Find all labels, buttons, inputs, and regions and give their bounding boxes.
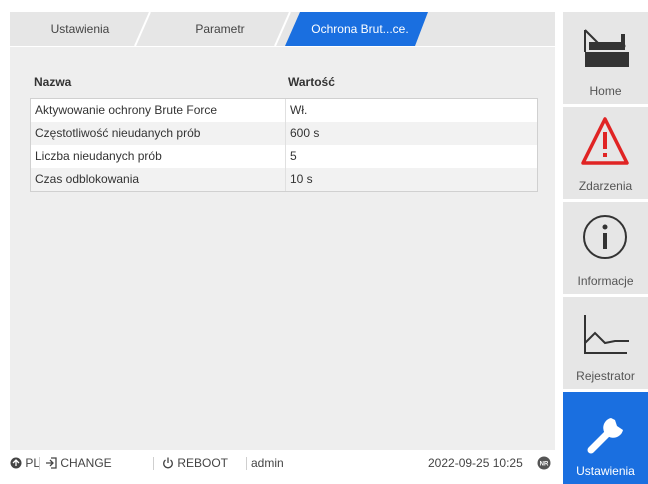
- row-name: Liczba nieudanych prób: [35, 149, 162, 163]
- nav-info-button[interactable]: Informacje: [563, 202, 648, 294]
- table-row[interactable]: Czas odblokowania 10 s: [31, 168, 537, 191]
- warning-icon: [581, 117, 629, 165]
- language-selector[interactable]: PL: [10, 452, 40, 475]
- nav-label-recorder: Rejestrator: [576, 369, 635, 383]
- power-icon: [163, 457, 173, 469]
- parameter-table: Aktywowanie ochrony Brute Force Wł. Częs…: [30, 98, 538, 192]
- status-divider: [153, 457, 154, 470]
- nav-recorder-button[interactable]: Rejestrator: [563, 297, 648, 389]
- row-name: Czas odblokowania: [35, 172, 140, 186]
- network-icon: NR: [537, 452, 551, 475]
- status-bar: PL CHANGE REBOOT admin 2022-09-25 10:25 …: [0, 452, 560, 475]
- language-icon: [10, 457, 22, 469]
- change-label: CHANGE: [60, 456, 112, 470]
- row-value: 600 s: [285, 122, 319, 145]
- content-panel: Nazwa Wartość Aktywowanie ochrony Brute …: [10, 47, 555, 450]
- reboot-label: REBOOT: [177, 456, 229, 470]
- breadcrumb-item-ustawienia[interactable]: Ustawienia: [10, 12, 150, 46]
- table-row[interactable]: Aktywowanie ochrony Brute Force Wł.: [31, 99, 537, 122]
- user-name: admin: [251, 456, 284, 470]
- wrench-icon: [587, 418, 623, 454]
- table-row[interactable]: Częstotliwość nieudanych prób 600 s: [31, 122, 537, 145]
- change-button[interactable]: CHANGE: [45, 452, 112, 475]
- nav-label-settings: Ustawienia: [576, 464, 635, 478]
- status-divider: [39, 457, 40, 470]
- reboot-button[interactable]: REBOOT: [162, 452, 228, 475]
- nav-settings-button[interactable]: Ustawienia: [563, 392, 648, 484]
- breadcrumb: Ustawienia Parametr Ochrona Brut...ce.: [10, 12, 555, 46]
- breadcrumb-item-ochrona[interactable]: Ochrona Brut...ce.: [290, 12, 430, 46]
- column-header-name: Nazwa: [34, 75, 72, 89]
- table-row[interactable]: Liczba nieudanych prób 5: [31, 145, 537, 168]
- status-divider: [246, 457, 247, 470]
- breadcrumb-item-parametr[interactable]: Parametr: [150, 12, 290, 46]
- language-label: PL: [25, 456, 41, 470]
- nav-label-info: Informacje: [577, 274, 634, 288]
- info-icon: [583, 215, 627, 259]
- nav-events-button[interactable]: Zdarzenia: [563, 107, 648, 199]
- nav-label-events: Zdarzenia: [578, 179, 633, 193]
- row-value: 5: [285, 145, 297, 168]
- graph-icon: [584, 315, 629, 354]
- row-name: Aktywowanie ochrony Brute Force: [35, 103, 218, 117]
- date-time: 2022-09-25 10:25: [428, 456, 523, 470]
- row-value: Wł.: [285, 99, 307, 122]
- row-value: 10 s: [285, 168, 313, 191]
- column-header-value: Wartość: [288, 75, 335, 89]
- nav-home-button[interactable]: Home: [563, 12, 648, 104]
- svg-text:NR: NR: [540, 462, 549, 468]
- table-header: Nazwa Wartość: [34, 75, 540, 93]
- home-router-icon: [584, 29, 629, 67]
- row-name: Częstotliwość nieudanych prób: [35, 126, 201, 140]
- nav-label-home: Home: [589, 84, 622, 98]
- login-icon: [46, 457, 57, 469]
